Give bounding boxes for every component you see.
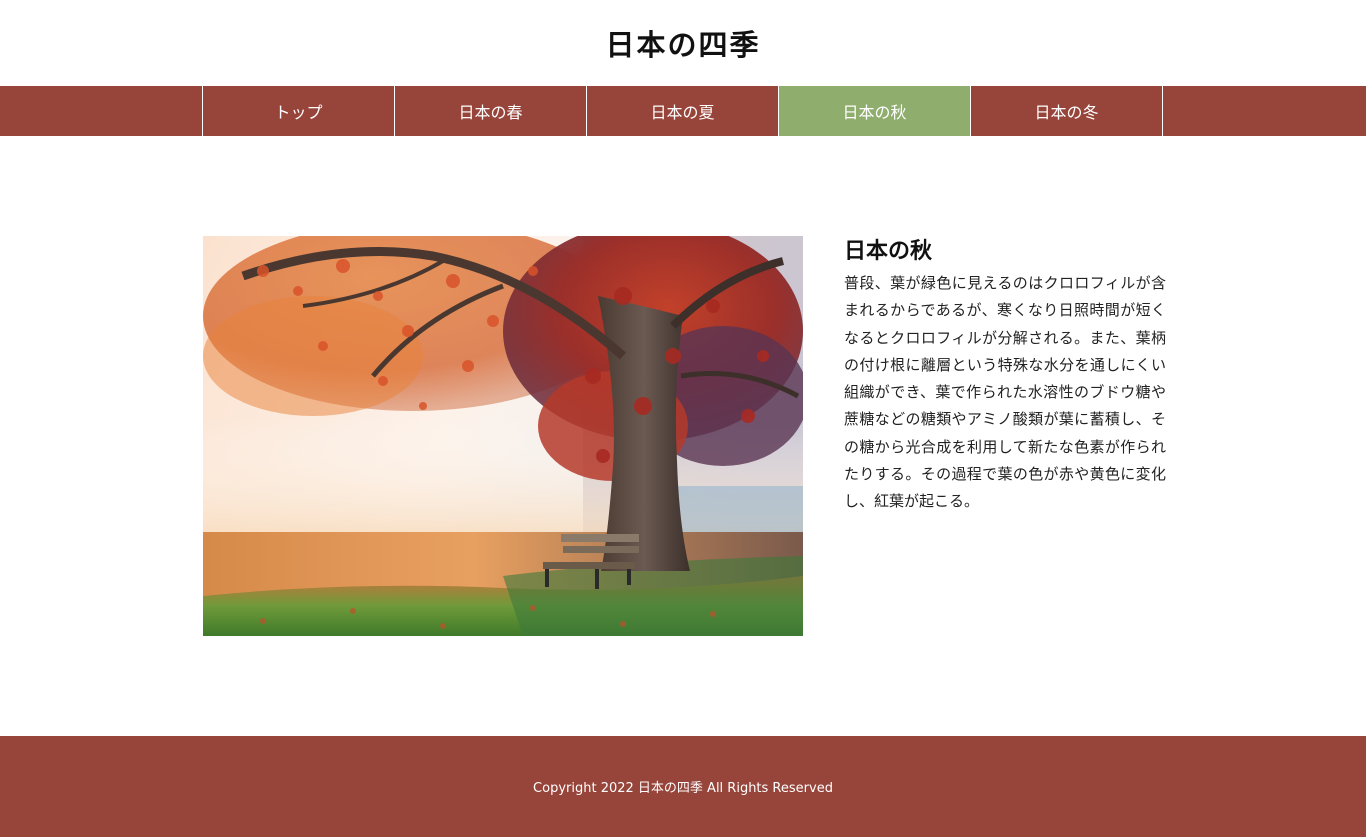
site-title: 日本の四季: [605, 28, 761, 62]
article-body: 普段、葉が緑色に見えるのはクロロフィルが含まれるからであるが、寒くなり日照時間が…: [844, 274, 1166, 511]
nav-item-winter[interactable]: 日本の冬: [971, 86, 1163, 136]
autumn-tree-photo: [203, 236, 803, 636]
article-title: 日本の秋: [844, 239, 933, 264]
article: 日本の秋 普段、葉が緑色に見えるのはクロロフィルが含まれるからであるが、寒くなり…: [844, 236, 1166, 516]
nav-item-top[interactable]: トップ: [203, 86, 395, 136]
nav-item-summer[interactable]: 日本の夏: [587, 86, 779, 136]
main-nav: トップ 日本の春 日本の夏 日本の秋 日本の冬: [0, 86, 1366, 136]
nav-list: トップ 日本の春 日本の夏 日本の秋 日本の冬: [202, 86, 1164, 136]
site-footer: Copyright 2022 日本の四季 All Rights Reserved: [0, 736, 1366, 837]
copyright-text: Copyright 2022 日本の四季 All Rights Reserved: [533, 781, 833, 796]
main-content: 日本の秋 普段、葉が緑色に見えるのはクロロフィルが含まれるからであるが、寒くなり…: [203, 236, 1166, 636]
nav-item-autumn[interactable]: 日本の秋: [779, 86, 971, 136]
nav-item-spring[interactable]: 日本の春: [395, 86, 587, 136]
site-header: 日本の四季: [0, 0, 1366, 86]
